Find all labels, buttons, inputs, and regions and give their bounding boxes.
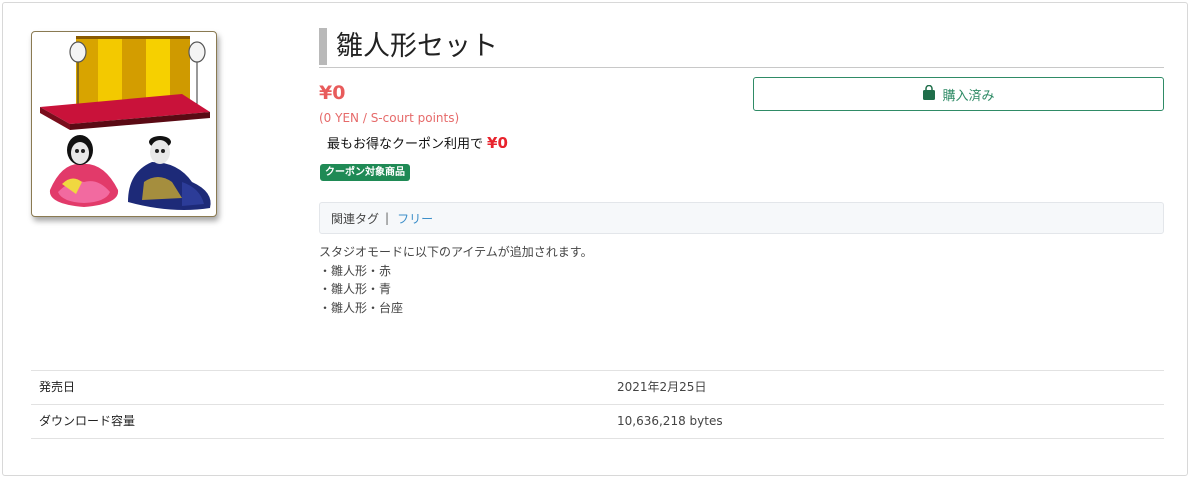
product-description: スタジオモードに以下のアイテムが追加されます。 ・雛人形・赤 ・雛人形・青 ・雛…: [319, 243, 593, 317]
related-tags-bar: 関連タグ | フリー: [319, 202, 1164, 234]
details-key: ダウンロード容量: [39, 414, 136, 428]
shopping-bag-icon: [922, 84, 936, 104]
details-value: 2021年2月25日: [617, 380, 707, 394]
related-tags-label: 関連タグ: [331, 211, 380, 226]
description-line: ・雛人形・赤: [319, 263, 392, 278]
coupon-price: ¥0: [487, 134, 508, 152]
product-title: 雛人形セット: [336, 31, 498, 62]
product-details-table: 発売日 2021年2月25日 ダウンロード容量 10,636,218 bytes: [31, 370, 1164, 439]
product-title-header: 雛人形セット: [319, 27, 1164, 68]
purchased-button[interactable]: 購入済み: [753, 77, 1164, 111]
coupon-eligible-badge: クーポン対象商品: [320, 164, 410, 181]
coupon-line: 最もお得なクーポン利用で ¥0: [327, 133, 508, 155]
details-row-release-date: 発売日 2021年2月25日: [31, 371, 1164, 405]
hina-doll-image: [40, 36, 211, 210]
details-key: 発売日: [39, 380, 76, 394]
product-price: ¥0: [319, 82, 346, 104]
title-accent-bar: [319, 28, 327, 65]
details-value: 10,636,218 bytes: [617, 414, 723, 428]
description-line: スタジオモードに以下のアイテムが追加されます。: [319, 245, 593, 259]
tags-separator: |: [385, 211, 390, 225]
tag-link-free[interactable]: フリー: [397, 210, 433, 227]
product-thumbnail: [31, 31, 217, 217]
purchased-button-label: 購入済み: [942, 88, 995, 104]
description-line: ・雛人形・青: [319, 282, 392, 296]
price-note: (0 YEN / S-court points): [319, 111, 460, 125]
description-line: ・雛人形・台座: [319, 300, 404, 315]
details-row-download-size: ダウンロード容量 10,636,218 bytes: [31, 405, 1164, 439]
coupon-text: 最もお得なクーポン利用で: [327, 137, 484, 152]
